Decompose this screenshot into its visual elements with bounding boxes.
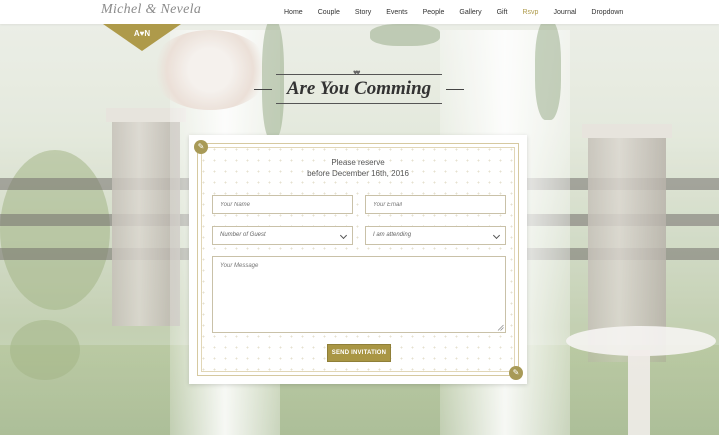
main-menu: Home Couple Story Events People Gallery … (284, 0, 638, 24)
nav-item-gallery[interactable]: Gallery (459, 9, 481, 16)
chevron-down-icon (492, 231, 501, 240)
send-invitation-button[interactable]: SEND INVITATION (327, 344, 391, 362)
message-textarea[interactable] (212, 256, 506, 333)
name-input[interactable] (212, 195, 353, 214)
brand-logo[interactable]: Michel & Nevela (101, 2, 201, 18)
nav-item-gift[interactable]: Gift (497, 9, 508, 16)
pin-icon: ✎ (194, 140, 208, 154)
nav-item-journal[interactable]: Journal (553, 9, 576, 16)
section-heading: ♥♥ Are You Comming (254, 68, 464, 108)
nav-item-people[interactable]: People (423, 9, 445, 16)
nav-item-couple[interactable]: Couple (318, 9, 340, 16)
nav-item-rsvp[interactable]: Rsvp (523, 9, 539, 16)
chevron-down-icon (339, 231, 348, 240)
nav-item-events[interactable]: Events (386, 9, 407, 16)
reserve-date: before December 16th, 2016 (307, 169, 409, 178)
pin-icon: ✎ (509, 366, 523, 380)
guests-select[interactable]: Number of Guest (212, 226, 353, 245)
attending-select[interactable]: I am attending (365, 226, 506, 245)
page-title: Are You Comming (286, 78, 432, 99)
resize-handle-icon[interactable] (497, 324, 504, 331)
email-input[interactable] (365, 195, 506, 214)
monogram-text: A♥N (133, 29, 151, 38)
top-navbar: Michel & Nevela Home Couple Story Events… (0, 0, 719, 24)
attending-select-value: I am attending (373, 232, 412, 238)
rsvp-card: ✎ ✎ Please reserve before December 16th,… (189, 135, 527, 384)
reserve-text: Please reserve (331, 158, 385, 167)
nav-item-story[interactable]: Story (355, 9, 371, 16)
nav-item-home[interactable]: Home (284, 9, 303, 16)
nav-item-dropdown[interactable]: Dropdown (591, 9, 623, 16)
guests-select-value: Number of Guest (220, 232, 266, 238)
